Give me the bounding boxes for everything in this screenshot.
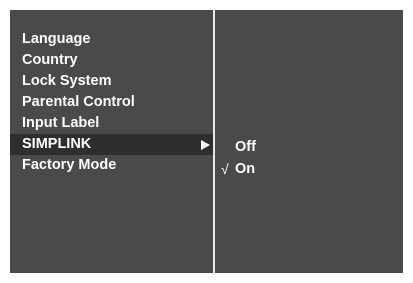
triangle-right-icon [197, 134, 213, 155]
main-menu: Language Country Lock System Parental Co… [10, 10, 213, 273]
menu-item-lock-system[interactable]: Lock System [10, 71, 213, 92]
menu-item-country[interactable]: Country [10, 50, 213, 71]
menu-item-label: Input Label [22, 115, 100, 131]
option-off[interactable]: Off [215, 136, 403, 158]
option-on[interactable]: √ On [215, 158, 403, 180]
settings-menu-panel: Language Country Lock System Parental Co… [10, 10, 403, 273]
menu-item-factory-mode[interactable]: Factory Mode [10, 155, 213, 176]
option-label: Off [235, 139, 256, 155]
submenu-options: Off √ On [215, 136, 403, 180]
menu-item-label: Country [22, 52, 78, 68]
submenu-panel: Off √ On [215, 10, 403, 273]
menu-item-label: Parental Control [22, 94, 135, 110]
menu-item-label: Language [22, 31, 91, 47]
checkmark-icon: √ [221, 161, 229, 177]
menu-item-label: Lock System [22, 73, 112, 89]
menu-list: Language Country Lock System Parental Co… [10, 29, 213, 176]
option-label: On [235, 161, 256, 177]
menu-item-input-label[interactable]: Input Label [10, 113, 213, 134]
menu-item-label: SIMPLINK [22, 136, 92, 152]
menu-item-simplink[interactable]: SIMPLINK [10, 134, 213, 155]
menu-item-language[interactable]: Language [10, 29, 213, 50]
menu-item-label: Factory Mode [22, 157, 117, 173]
menu-item-parental-control[interactable]: Parental Control [10, 92, 213, 113]
